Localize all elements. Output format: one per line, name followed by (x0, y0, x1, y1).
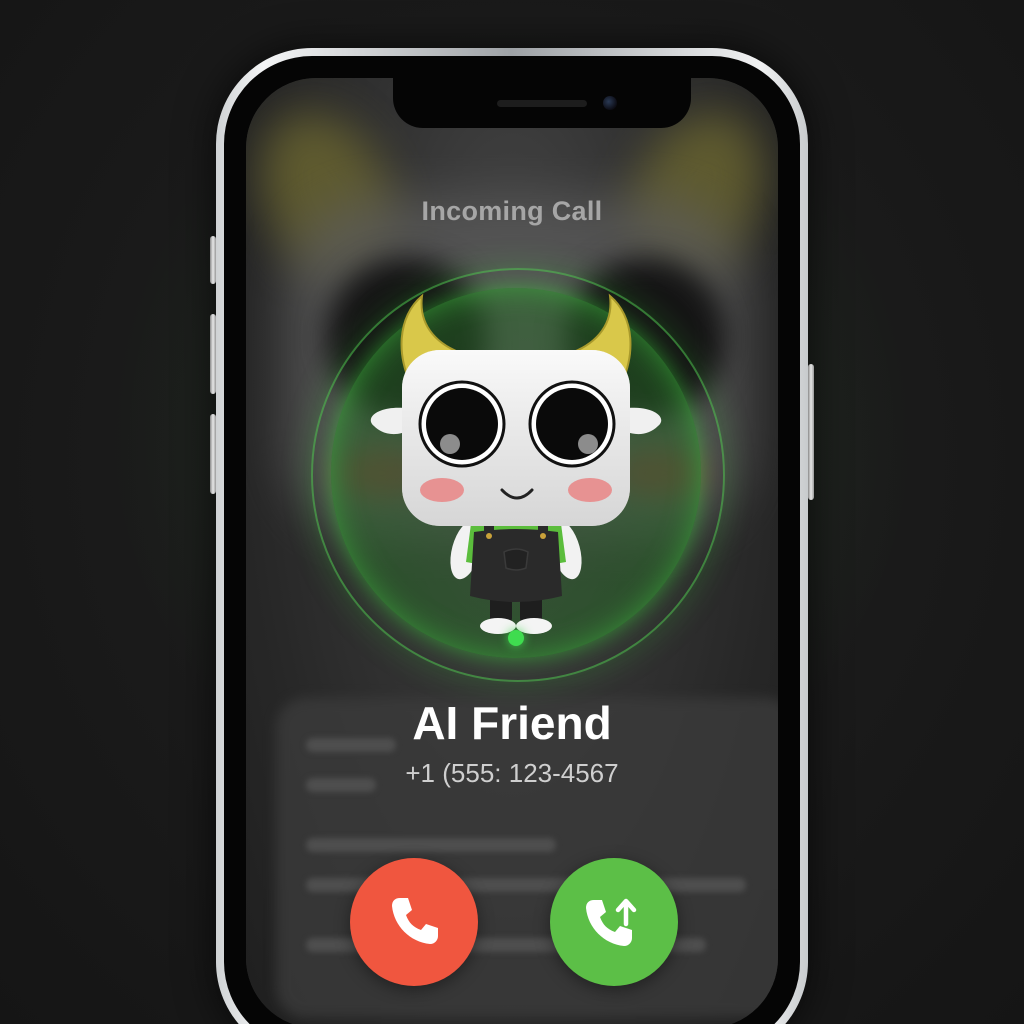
caller-avatar (370, 293, 662, 634)
power-button (808, 364, 814, 500)
volume-up-button (210, 314, 216, 394)
front-camera (603, 96, 617, 110)
action-button (210, 236, 216, 284)
decline-call-button[interactable] (350, 858, 478, 986)
earpiece-speaker (497, 100, 587, 107)
scene-background: Incoming Call AI Friend +1 (555: 123-456… (0, 0, 1024, 1024)
phone-bezel: Incoming Call AI Friend +1 (555: 123-456… (224, 56, 800, 1024)
notch (393, 78, 691, 128)
phone-screen: Incoming Call AI Friend +1 (555: 123-456… (246, 78, 778, 1024)
caller-name: AI Friend (412, 697, 612, 749)
caller-number: +1 (555: 123-4567 (405, 758, 619, 788)
phone-frame: Incoming Call AI Friend +1 (555: 123-456… (210, 48, 814, 1024)
call-status-label: Incoming Call (421, 196, 603, 226)
volume-down-button (210, 414, 216, 494)
accept-call-button[interactable] (550, 858, 678, 986)
phone-incoming-icon (586, 898, 637, 946)
ring-indicator-dot (508, 630, 524, 646)
phone-icon (392, 898, 438, 944)
